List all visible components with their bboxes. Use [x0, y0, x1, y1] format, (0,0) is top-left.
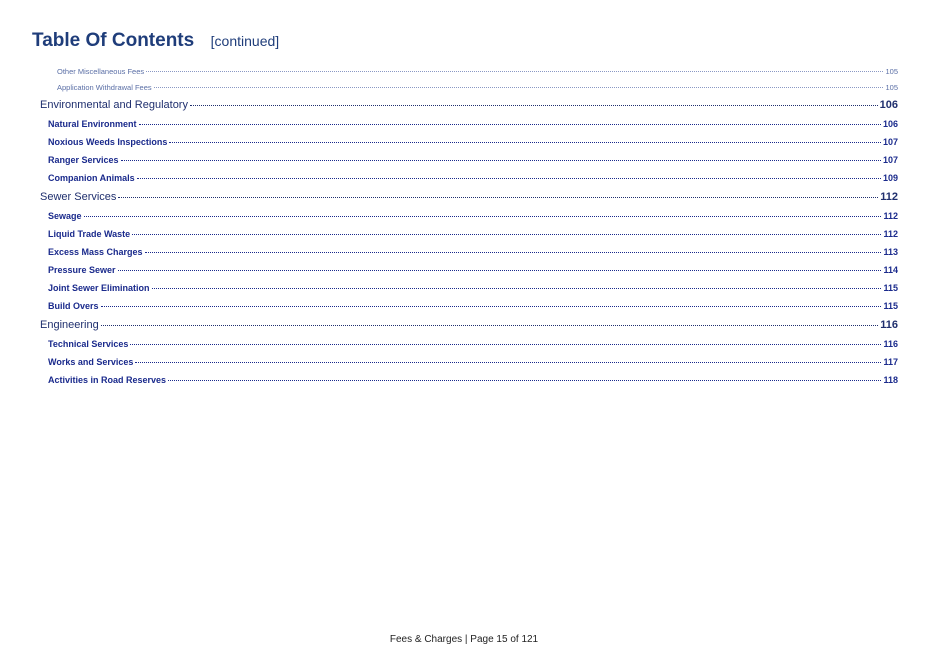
toc-entry[interactable]: Works and Services 117: [48, 357, 898, 367]
toc-entry[interactable]: Engineering 116: [40, 319, 898, 331]
toc-entry-title: Joint Sewer Elimination: [48, 283, 150, 293]
toc-entry[interactable]: Build Overs 115: [48, 301, 898, 311]
toc-entry-page: 105: [885, 83, 898, 92]
toc-entry-title: Sewer Services: [40, 191, 117, 203]
toc-entry[interactable]: Environmental and Regulatory 106: [40, 99, 898, 111]
toc-entry-page: 118: [883, 375, 898, 385]
toc-entry[interactable]: Ranger Services 107: [48, 155, 898, 165]
toc-entry-page: 113: [883, 247, 898, 257]
toc-leader-dots: [169, 142, 881, 143]
toc-entry-title: Engineering: [40, 319, 99, 331]
toc-entry-page: 112: [883, 229, 898, 239]
toc-leader-dots: [100, 325, 879, 326]
toc-entry-title: Technical Services: [48, 339, 129, 349]
toc-entry-page: 107: [882, 155, 898, 165]
toc-entry-title: Sewage: [48, 211, 82, 221]
toc-entry-page: 112: [880, 191, 898, 203]
toc-entry[interactable]: Liquid Trade Waste 112: [48, 229, 898, 239]
toc-leader-dots: [120, 160, 881, 161]
toc-entry-title: Works and Services: [48, 357, 134, 367]
toc-continued-label: [continued]: [210, 33, 280, 49]
page-heading: Table Of Contents [continued]: [32, 30, 279, 52]
toc-entry-title: Excess Mass Charges: [48, 247, 143, 257]
toc-entry[interactable]: Sewage 112: [48, 211, 898, 221]
toc-leader-dots: [151, 288, 882, 289]
toc-leader-dots: [118, 197, 879, 198]
page-footer: Fees & Charges | Page 15 of 121: [389, 634, 539, 645]
toc-entry-title: Noxious Weeds Inspections: [48, 137, 168, 147]
toc-leader-dots: [100, 306, 882, 307]
toc-entry-title: Activities in Road Reserves: [48, 375, 167, 385]
toc-entry[interactable]: Other Miscellaneous Fees 105: [57, 67, 898, 76]
toc-entry[interactable]: Pressure Sewer 114: [48, 265, 898, 275]
toc-leader-dots: [136, 178, 881, 179]
toc-entry-page: 116: [880, 319, 898, 331]
toc-entry[interactable]: Natural Environment 106: [48, 119, 898, 129]
toc-entry-title: Application Withdrawal Fees: [57, 83, 152, 92]
toc-leader-dots: [189, 105, 878, 106]
toc-leader-dots: [117, 270, 882, 271]
toc-entry[interactable]: Companion Animals 109: [48, 173, 898, 183]
toc-entry-page: 115: [883, 301, 898, 311]
toc-entry[interactable]: Activities in Road Reserves 118: [48, 375, 898, 385]
toc-entry-page: 112: [883, 211, 898, 221]
toc-leader-dots: [168, 380, 882, 381]
toc-entry[interactable]: Joint Sewer Elimination 115: [48, 283, 898, 293]
toc-entry-page: 106: [879, 99, 898, 111]
toc-entry[interactable]: Sewer Services 112: [40, 191, 898, 203]
toc-entry-title: Natural Environment: [48, 119, 137, 129]
toc-entry-title: Companion Animals: [48, 173, 135, 183]
toc-leader-dots: [130, 344, 882, 345]
toc-entry-page: 114: [883, 265, 898, 275]
toc-entry-title: Pressure Sewer: [48, 265, 116, 275]
toc-entry-page: 117: [883, 357, 898, 367]
toc-entry-title: Other Miscellaneous Fees: [57, 67, 145, 76]
toc-entry[interactable]: Application Withdrawal Fees 105: [57, 83, 898, 92]
toc-leader-dots: [135, 362, 882, 363]
toc-leader-dots: [146, 71, 884, 72]
toc-entry-page: 109: [882, 173, 898, 183]
toc-entry-title: Environmental and Regulatory: [40, 99, 188, 111]
toc-leader-dots: [83, 216, 882, 217]
toc-entry-title: Liquid Trade Waste: [48, 229, 131, 239]
toc-title: Table Of Contents: [32, 30, 195, 51]
toc-entry-page: 115: [883, 283, 898, 293]
toc-leader-dots: [153, 87, 884, 88]
toc-entry-title: Ranger Services: [48, 155, 119, 165]
toc-leader-dots: [138, 124, 881, 125]
toc-entry-page: 106: [882, 119, 898, 129]
toc-entry-title: Build Overs: [48, 301, 99, 311]
toc-entry-page: 116: [883, 339, 898, 349]
toc-entry[interactable]: Technical Services 116: [48, 339, 898, 349]
toc-entry[interactable]: Excess Mass Charges 113: [48, 247, 898, 257]
toc-entry[interactable]: Noxious Weeds Inspections 107: [48, 137, 898, 147]
toc-leader-dots: [132, 234, 882, 235]
toc-entry-page: 105: [885, 67, 898, 76]
toc-leader-dots: [144, 252, 882, 253]
toc-entry-page: 107: [882, 137, 898, 147]
